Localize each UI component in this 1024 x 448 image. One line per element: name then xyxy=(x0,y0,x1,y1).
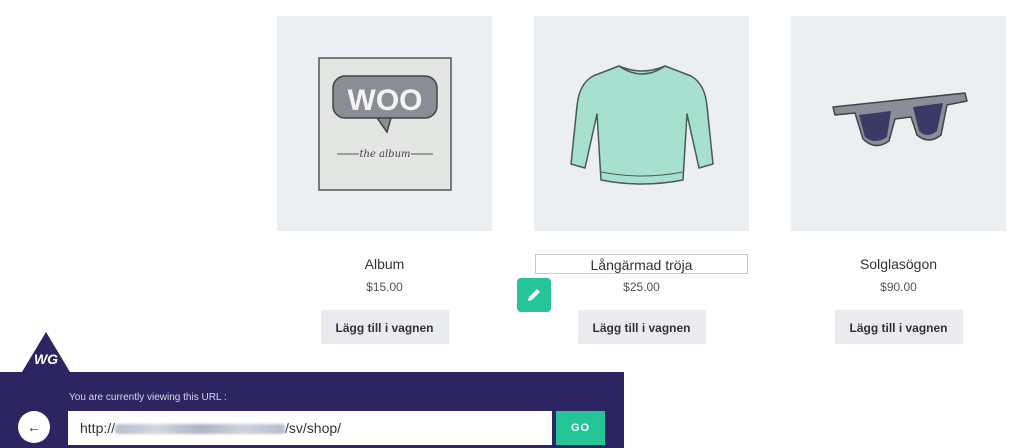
url-field[interactable]: http:// /sv/shop/ xyxy=(68,411,552,445)
edit-translation-button[interactable] xyxy=(517,278,551,312)
add-to-cart-button[interactable]: Lägg till i vagnen xyxy=(577,310,706,344)
product-image-album[interactable]: WOO the album xyxy=(277,16,492,231)
product-price: $25.00 xyxy=(623,280,660,294)
sunglasses-illustration xyxy=(831,91,968,146)
product-card-long-sleeve: Långärmad tröja $25.00 Lägg till i vagne… xyxy=(534,16,749,344)
product-image-sunglasses[interactable] xyxy=(791,16,1006,231)
album-logo-text: WOO xyxy=(347,84,422,117)
url-suffix: /sv/shop/ xyxy=(285,420,342,436)
product-name[interactable]: Långärmad tröja xyxy=(535,254,748,274)
product-card-album: WOO the album Album $15.00 Lägg till i v… xyxy=(277,16,492,344)
product-name[interactable]: Solglasögon xyxy=(791,254,1006,274)
wg-logo: WG xyxy=(0,330,92,372)
add-to-cart-button[interactable]: Lägg till i vagnen xyxy=(834,310,963,344)
long-sleeve-shirt-illustration xyxy=(569,64,714,185)
wg-logo-text: WG xyxy=(34,351,58,367)
url-prefix: http:// xyxy=(80,420,116,436)
url-redacted-domain xyxy=(115,424,286,435)
album-subtitle-text: the album xyxy=(359,149,410,160)
product-card-sunglasses: Solglasögon $90.00 Lägg till i vagnen xyxy=(791,16,1006,344)
product-price: $90.00 xyxy=(880,280,917,294)
add-to-cart-button[interactable]: Lägg till i vagnen xyxy=(320,310,449,344)
url-viewer-bar: You are currently viewing this URL : ← h… xyxy=(0,372,624,448)
product-name[interactable]: Album xyxy=(277,254,492,274)
product-image-long-sleeve[interactable] xyxy=(534,16,749,231)
album-cover-illustration: WOO the album xyxy=(317,56,452,191)
arrow-left-icon: ← xyxy=(27,419,41,435)
pencil-icon xyxy=(528,289,540,301)
back-button[interactable]: ← xyxy=(18,411,50,443)
go-button[interactable]: GO xyxy=(556,411,605,445)
url-caption: You are currently viewing this URL : xyxy=(69,392,227,403)
product-price: $15.00 xyxy=(366,280,403,294)
wg-logo-shape: WG xyxy=(22,332,70,372)
